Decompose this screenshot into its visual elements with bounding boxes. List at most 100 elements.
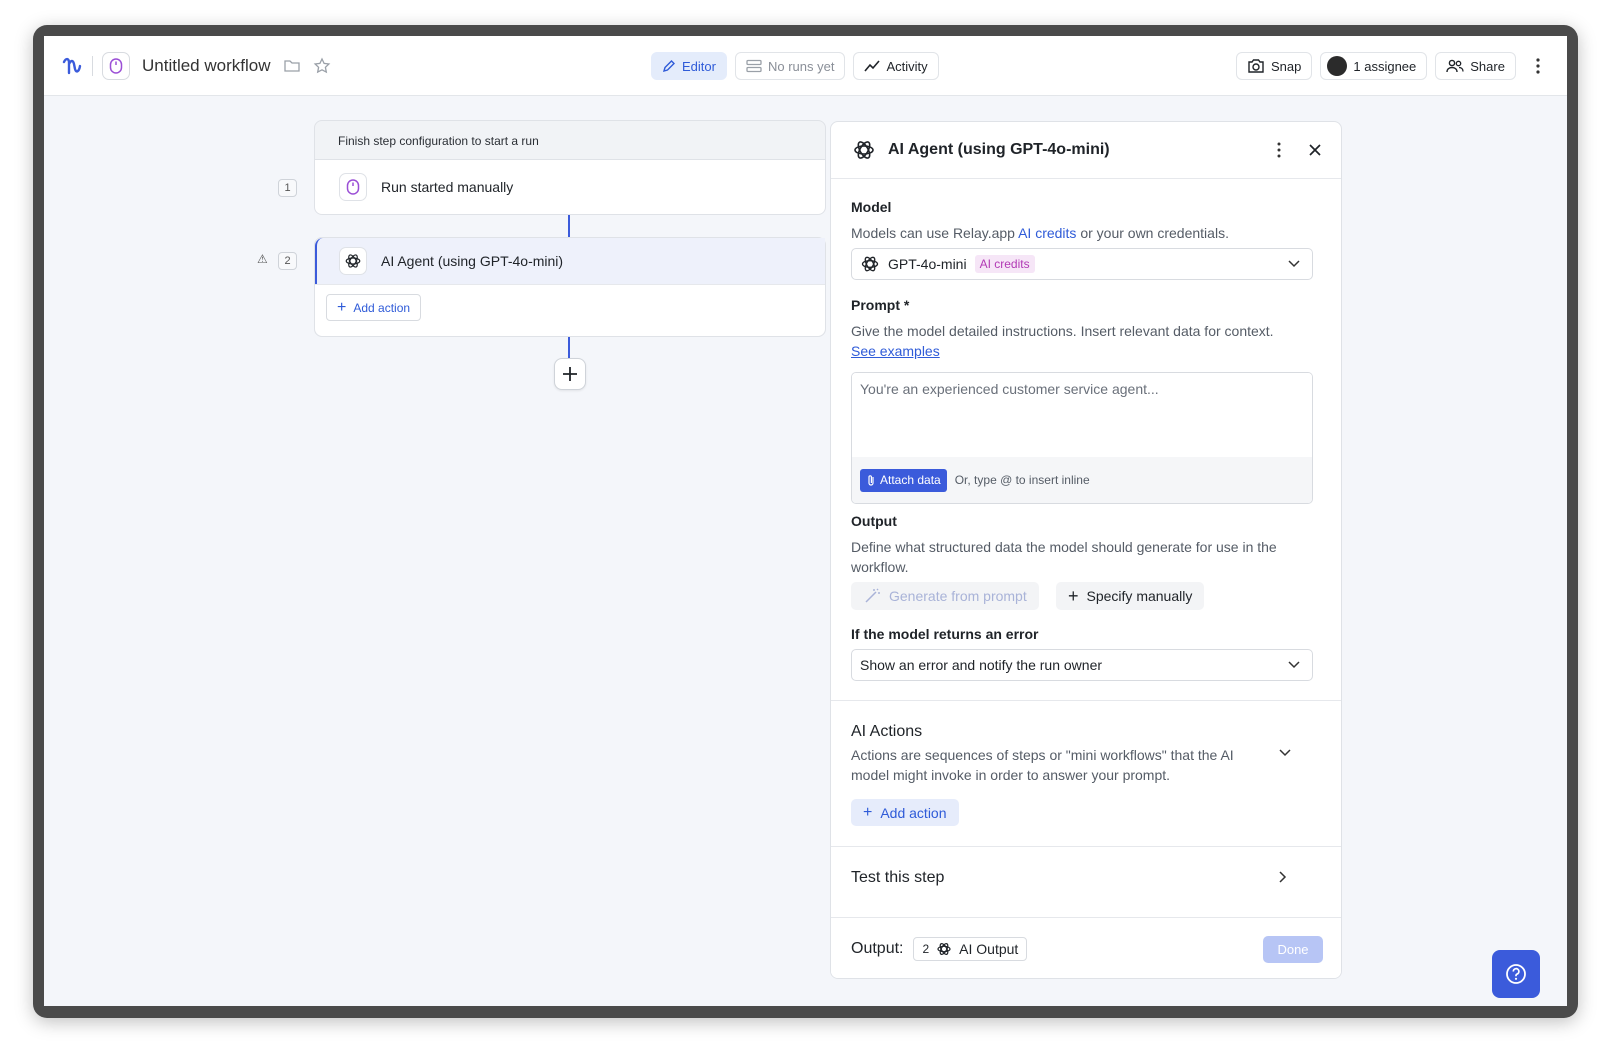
question-icon xyxy=(1506,964,1526,984)
prompt-editor: Attach data Or, type @ to insert inline xyxy=(851,372,1313,504)
openai-icon xyxy=(861,256,879,272)
generate-label: Generate from prompt xyxy=(889,588,1027,604)
step-2-number: 2 xyxy=(278,252,297,270)
error-selected: Show an error and notify the run owner xyxy=(860,657,1103,673)
ai-output-label: AI Output xyxy=(959,941,1019,957)
trend-icon xyxy=(864,60,881,72)
run-config-banner: Finish step configuration to start a run xyxy=(314,120,826,160)
step-connector xyxy=(568,337,570,358)
activity-tab-label: Activity xyxy=(886,58,928,74)
chevron-down-icon[interactable] xyxy=(1279,749,1291,757)
editor-tab[interactable]: Editor xyxy=(651,52,727,80)
editor-tab-label: Editor xyxy=(682,58,716,74)
model-hint: Models can use Relay.app AI credits or y… xyxy=(851,223,1229,243)
prompt-toolbar: Attach data Or, type @ to insert inline xyxy=(852,457,1312,503)
runs-tab[interactable]: No runs yet xyxy=(734,52,846,80)
runs-tab-label: No runs yet xyxy=(767,58,835,74)
snap-label: Snap xyxy=(1271,58,1302,74)
openai-icon-box xyxy=(339,247,367,275)
top-header: Untitled workflow Editor No runs yet Act… xyxy=(44,36,1567,96)
prompt-label: Prompt * xyxy=(851,297,910,313)
mouse-icon xyxy=(109,58,123,74)
ai-output-tag[interactable]: 2 AI Output xyxy=(913,937,1028,961)
canvas-add-action-label: Add action xyxy=(353,300,411,315)
output-hint: Define what structured data the model sh… xyxy=(851,539,1277,575)
attach-data-label: Attach data xyxy=(880,473,941,487)
plus-icon: + xyxy=(1068,586,1079,606)
workflow-title-group: Untitled workflow xyxy=(102,52,331,80)
step-connector xyxy=(568,215,570,237)
trigger-type-button[interactable] xyxy=(102,52,130,80)
assignee-button[interactable]: 1 assignee xyxy=(1320,52,1428,80)
relay-logo-icon[interactable] xyxy=(60,54,84,78)
camera-icon xyxy=(1248,59,1264,73)
model-hint-suffix: or your own credentials. xyxy=(1080,225,1229,241)
step-2-row[interactable]: AI Agent (using GPT-4o-mini) xyxy=(315,238,825,284)
footer-output-label: Output: xyxy=(851,940,904,957)
trigger-icon-box xyxy=(339,173,367,201)
paperclip-icon xyxy=(868,474,874,486)
ai-actions-title: AI Actions xyxy=(851,723,923,740)
add-step-button[interactable] xyxy=(554,358,586,390)
runs-list-icon xyxy=(746,59,762,73)
folder-icon[interactable] xyxy=(283,58,301,74)
header-actions: Snap 1 assignee Share xyxy=(1236,52,1546,80)
model-label: Model xyxy=(851,199,892,215)
openai-icon xyxy=(345,254,361,268)
see-examples-link[interactable]: See examples xyxy=(851,341,940,361)
star-icon[interactable] xyxy=(313,57,331,75)
ai-credits-badge: AI credits xyxy=(974,255,1035,273)
chevron-down-icon xyxy=(1288,260,1300,268)
openai-icon xyxy=(937,943,951,955)
chevron-down-icon xyxy=(1288,661,1300,669)
specify-manually-label: Specify manually xyxy=(1086,588,1193,604)
model-selected: GPT-4o-mini xyxy=(888,256,967,272)
share-label: Share xyxy=(1470,58,1505,74)
more-vertical-icon[interactable] xyxy=(1530,56,1546,76)
app-window: Untitled workflow Editor No runs yet Act… xyxy=(44,36,1567,1006)
view-switcher: Editor No runs yet Activity xyxy=(651,52,939,80)
step-config-panel: AI Agent (using GPT-4o-mini) Model Model… xyxy=(830,121,1342,979)
prompt-input[interactable] xyxy=(852,373,1312,457)
inline-insert-hint: Or, type @ to insert inline xyxy=(954,473,1090,487)
magic-wand-icon xyxy=(865,588,880,603)
ai-credits-link[interactable]: AI credits xyxy=(1018,225,1076,241)
activity-tab[interactable]: Activity xyxy=(853,52,939,80)
workflow-title[interactable]: Untitled workflow xyxy=(142,56,271,76)
assignee-label: 1 assignee xyxy=(1353,58,1417,74)
section-divider xyxy=(831,700,1341,701)
prompt-hint: Give the model detailed instructions. In… xyxy=(851,323,1274,339)
warning-icon: ⚠ xyxy=(257,252,268,266)
error-handling-select[interactable]: Show an error and notify the run owner xyxy=(851,649,1313,681)
share-button[interactable]: Share xyxy=(1435,52,1516,80)
mouse-icon xyxy=(346,179,360,195)
help-button[interactable] xyxy=(1492,950,1540,998)
generate-from-prompt-button[interactable]: Generate from prompt xyxy=(851,582,1039,610)
ai-add-action-button[interactable]: + Add action xyxy=(851,799,959,826)
avatar xyxy=(1327,56,1348,76)
panel-header: AI Agent (using GPT-4o-mini) xyxy=(831,122,1341,179)
users-icon xyxy=(1446,59,1464,73)
panel-title: AI Agent (using GPT-4o-mini) xyxy=(888,141,1110,158)
close-icon[interactable] xyxy=(1307,142,1323,158)
done-button[interactable]: Done xyxy=(1263,936,1323,963)
model-select[interactable]: GPT-4o-mini AI credits xyxy=(851,248,1313,280)
plus-icon: + xyxy=(337,298,347,316)
more-vertical-icon[interactable] xyxy=(1271,141,1287,159)
specify-manually-button[interactable]: + Specify manually xyxy=(1056,582,1205,610)
snap-button[interactable]: Snap xyxy=(1236,52,1313,80)
error-label: If the model returns an error xyxy=(851,626,1039,642)
step-2-label: AI Agent (using GPT-4o-mini) xyxy=(381,253,564,269)
canvas-add-action-button[interactable]: + Add action xyxy=(326,294,422,321)
chevron-right-icon[interactable] xyxy=(1279,871,1287,883)
step-card-trigger[interactable]: Run started manually xyxy=(314,160,826,215)
pencil-icon xyxy=(662,60,675,73)
output-label: Output xyxy=(851,513,897,529)
header-divider xyxy=(92,56,93,76)
test-step-row[interactable]: Test this step xyxy=(851,869,944,887)
step-1-number: 1 xyxy=(278,179,297,197)
step-2-body: + Add action xyxy=(315,284,825,336)
step-card-ai-agent: AI Agent (using GPT-4o-mini) + Add actio… xyxy=(314,237,826,337)
plus-icon xyxy=(563,367,577,381)
attach-data-button[interactable]: Attach data xyxy=(860,468,947,492)
